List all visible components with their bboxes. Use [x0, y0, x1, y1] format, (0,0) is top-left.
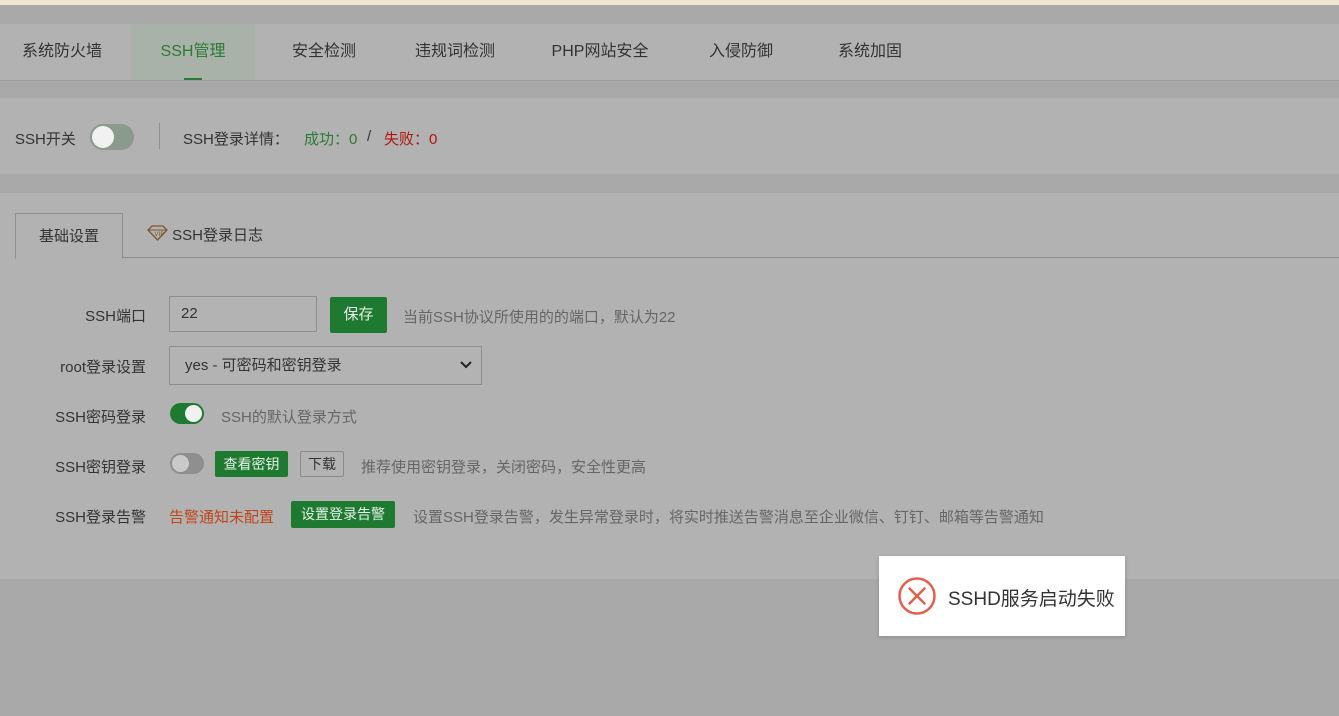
port-hint: 当前SSH协议所使用的的端口，默认为22	[403, 309, 676, 326]
download-key-button[interactable]: 下载	[300, 451, 344, 477]
toast-message: SSHD服务启动失败	[948, 589, 1115, 610]
login-alarm-label: SSH登录告警	[55, 509, 146, 526]
ssh-login-detail-label: SSH登录详情：	[183, 131, 289, 148]
settings-panel: 基础设置 VIP SSH登录日志 SSH端口 22 保存 当前SSH协议所使用的…	[0, 193, 1339, 579]
subtab-ssh-login-log[interactable]: VIP SSH登录日志	[147, 213, 263, 257]
ssh-port-input[interactable]: 22	[169, 296, 317, 332]
login-success-count: 成功：0	[304, 131, 358, 148]
password-login-toggle[interactable]	[170, 403, 204, 424]
root-login-select[interactable]: yes - 可密码和密钥登录	[169, 346, 482, 385]
key-login-toggle[interactable]	[170, 453, 204, 474]
tab-security-scan[interactable]: 安全检测	[262, 24, 386, 80]
tab-illegal-words[interactable]: 违规词检测	[393, 24, 517, 80]
count-separator: /	[367, 128, 372, 145]
root-login-value: yes - 可密码和密钥登录	[185, 357, 342, 374]
tab-php-security[interactable]: PHP网站安全	[536, 24, 664, 80]
diamond-vip-icon: VIP	[147, 225, 168, 241]
ssh-switch-toggle[interactable]	[90, 124, 134, 150]
ssh-status-bar: SSH开关 SSH登录详情： 成功：0 / 失败：0	[0, 98, 1339, 174]
tab-intrusion-prevention[interactable]: 入侵防御	[679, 24, 803, 80]
password-login-label: SSH密码登录	[55, 409, 146, 426]
subtab-basic-settings[interactable]: 基础设置	[15, 213, 123, 259]
tab-system-hardening[interactable]: 系统加固	[808, 24, 932, 80]
subtab-log-label: SSH登录日志	[172, 227, 264, 244]
chevron-down-icon	[460, 347, 472, 398]
top-accent-line	[0, 0, 1339, 5]
save-port-button[interactable]: 保存	[330, 297, 387, 333]
key-login-hint: 推荐使用密钥登录，关闭密码，安全性更高	[361, 459, 647, 476]
top-navigation: 系统防火墙 SSH管理 安全检测 违规词检测 PHP网站安全 入侵防御 系统加固	[0, 24, 1339, 81]
error-circle-icon	[898, 577, 936, 615]
divider	[159, 123, 160, 149]
key-login-label: SSH密钥登录	[55, 459, 146, 476]
set-login-alarm-button[interactable]: 设置登录告警	[291, 501, 395, 528]
tab-system-firewall[interactable]: 系统防火墙	[0, 24, 124, 80]
view-key-button[interactable]: 查看密钥	[215, 451, 288, 477]
tab-ssh-management[interactable]: SSH管理	[131, 24, 255, 80]
ssh-port-label: SSH端口	[85, 308, 146, 325]
error-toast: SSHD服务启动失败	[879, 556, 1125, 636]
root-login-label: root登录设置	[60, 359, 146, 376]
alarm-not-configured[interactable]: 告警通知未配置	[169, 506, 274, 527]
ssh-switch-label: SSH开关	[15, 131, 76, 148]
alarm-hint: 设置SSH登录告警，发生异常登录时，将实时推送告警消息至企业微信、钉钉、邮箱等告…	[413, 509, 1044, 526]
password-login-hint: SSH的默认登录方式	[221, 409, 357, 426]
svg-text:VIP: VIP	[154, 231, 164, 238]
login-fail-count: 失败：0	[384, 131, 438, 148]
